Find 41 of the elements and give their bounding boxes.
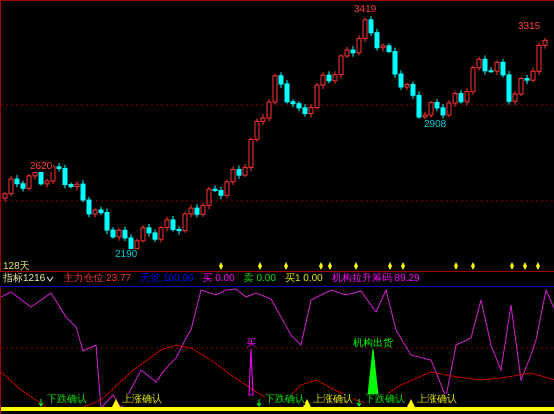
signal-text: 上涨确认	[417, 394, 457, 405]
arrow-down-icon	[38, 398, 44, 407]
price-label: 3315	[517, 21, 542, 32]
diamond-icon	[258, 262, 262, 270]
diamond-icon	[354, 262, 358, 270]
signal-text: 下跌确认	[47, 394, 87, 405]
indicator-reading: 天堂 100.00	[140, 274, 194, 284]
price-label: 2620	[29, 161, 54, 172]
signal-text: 下跌确认	[365, 394, 405, 405]
arrow-down-icon	[256, 398, 262, 407]
period-label: 128天	[3, 261, 30, 272]
triangle-icon	[407, 399, 415, 407]
indicator-reading: 买 0.00	[202, 274, 235, 284]
diamond-icon	[388, 262, 392, 270]
price-label: 2190	[114, 249, 138, 260]
indicator-reading: 机构拉升筹码 89.29	[332, 274, 420, 284]
price-label: 3419	[353, 4, 378, 15]
diamond-icon	[401, 262, 405, 270]
signal-text: 上涨确认	[122, 394, 162, 405]
triangle-icon	[112, 399, 120, 407]
signal-text: 下跌确认	[265, 394, 305, 405]
indicator-reading: 主力仓位 23.77	[63, 274, 132, 284]
signal-label: 机构出货	[353, 338, 393, 349]
signal-text: 上涨确认	[313, 394, 353, 405]
diamond-icon	[536, 262, 540, 270]
triangle-icon	[303, 399, 311, 407]
signal-spike	[248, 348, 254, 396]
signal-spike	[367, 348, 379, 396]
price-label: 2908	[423, 119, 448, 130]
arrow-down-icon	[356, 398, 362, 407]
diamond-icon	[284, 262, 288, 270]
indicator-reading: 卖 0.00	[244, 274, 276, 284]
indicator-selector[interactable]: 指标1216	[3, 274, 54, 284]
diamond-icon	[510, 262, 514, 270]
diamond-icon	[219, 262, 223, 270]
diamond-icon	[523, 262, 527, 270]
indicator-reading: 买1 0.00	[284, 274, 323, 284]
signal-label: 买	[246, 338, 256, 349]
chevron-down-icon	[46, 276, 54, 282]
diamond-icon	[454, 262, 458, 270]
diamond-icon	[471, 262, 475, 270]
